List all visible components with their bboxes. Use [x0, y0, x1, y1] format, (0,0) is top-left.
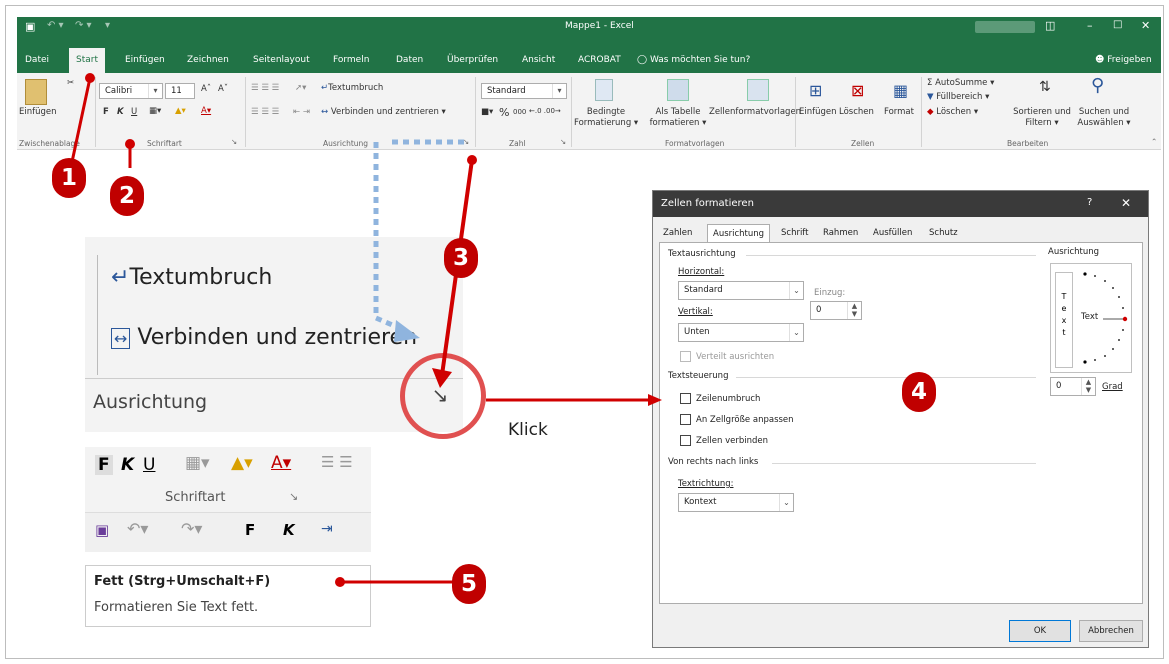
click-arrow-head	[648, 394, 662, 406]
badge5-dot	[335, 577, 345, 587]
badge3-dot	[467, 155, 477, 165]
step-badge-5: 5	[452, 564, 486, 604]
badge1-line	[70, 77, 92, 163]
step-badge-2: 2	[110, 176, 144, 216]
annotation-overlay	[70, 73, 662, 587]
step-badge-4: 4	[902, 372, 936, 412]
step-badge-3: 3	[444, 238, 478, 278]
badge2-dot	[125, 139, 135, 149]
badge1-dot	[85, 73, 95, 83]
badge3-arrow-head	[432, 368, 452, 388]
step-badge-1: 1	[52, 158, 86, 198]
blue-arrow-head	[394, 320, 420, 342]
